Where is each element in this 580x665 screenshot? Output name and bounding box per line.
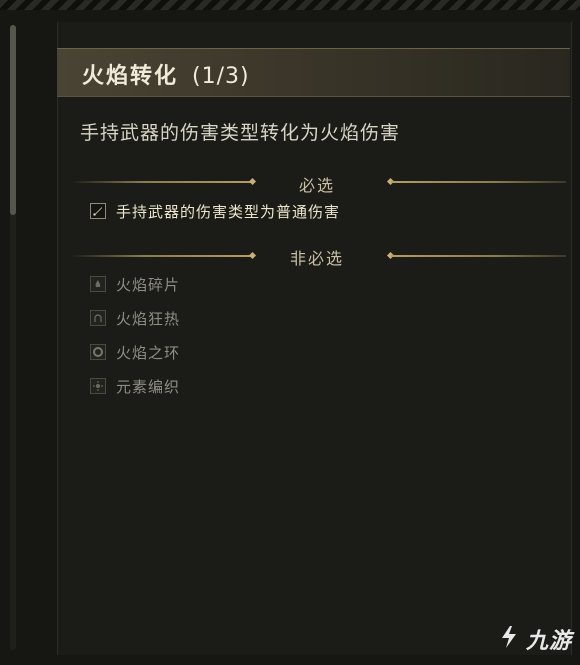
- weapon-icon: [90, 203, 106, 219]
- watermark: 九游: [496, 623, 572, 655]
- optional-item-label: 火焰之环: [116, 343, 181, 362]
- optional-item-fire-frenzy[interactable]: 火焰狂热: [90, 307, 180, 329]
- watermark-text: 九游: [525, 629, 572, 654]
- optional-item-fire-shard[interactable]: 火焰碎片: [90, 273, 180, 295]
- optional-item-element-weave[interactable]: 元素编织: [90, 375, 180, 397]
- optional-divider-left: [70, 255, 252, 257]
- title-name: 火焰转化: [82, 64, 179, 89]
- title-count: (1/3): [192, 64, 250, 89]
- title-bar: 火焰转化 (1/3): [57, 48, 570, 97]
- top-decorative-stripe: [0, 0, 580, 10]
- scrollbar-thumb[interactable]: [10, 25, 16, 215]
- optional-item-label: 火焰狂热: [116, 309, 181, 328]
- optional-item-label: 火焰碎片: [116, 275, 181, 294]
- element-weave-icon: [90, 378, 106, 394]
- required-divider-right: [391, 181, 566, 183]
- required-divider-left: [70, 181, 252, 183]
- optional-section-label: 非必选: [290, 249, 345, 268]
- required-condition-label: 手持武器的伤害类型为普通伤害: [116, 202, 341, 221]
- optional-item-fire-ring[interactable]: 火焰之环: [90, 341, 180, 363]
- jiuyou-logo-icon: [496, 624, 522, 654]
- fire-frenzy-icon: [90, 310, 106, 326]
- scrollbar[interactable]: [10, 25, 16, 650]
- optional-divider-right: [391, 255, 566, 257]
- optional-item-label: 元素编织: [116, 377, 181, 396]
- detail-panel: [57, 22, 572, 655]
- required-condition-item[interactable]: 手持武器的伤害类型为普通伤害: [90, 200, 340, 222]
- effect-description: 手持武器的伤害类型转化为火焰伤害: [80, 122, 401, 144]
- required-section-label: 必选: [299, 176, 336, 195]
- page-title: 火焰转化 (1/3): [82, 58, 250, 90]
- fire-shard-icon: [90, 276, 106, 292]
- fire-ring-icon: [90, 344, 106, 360]
